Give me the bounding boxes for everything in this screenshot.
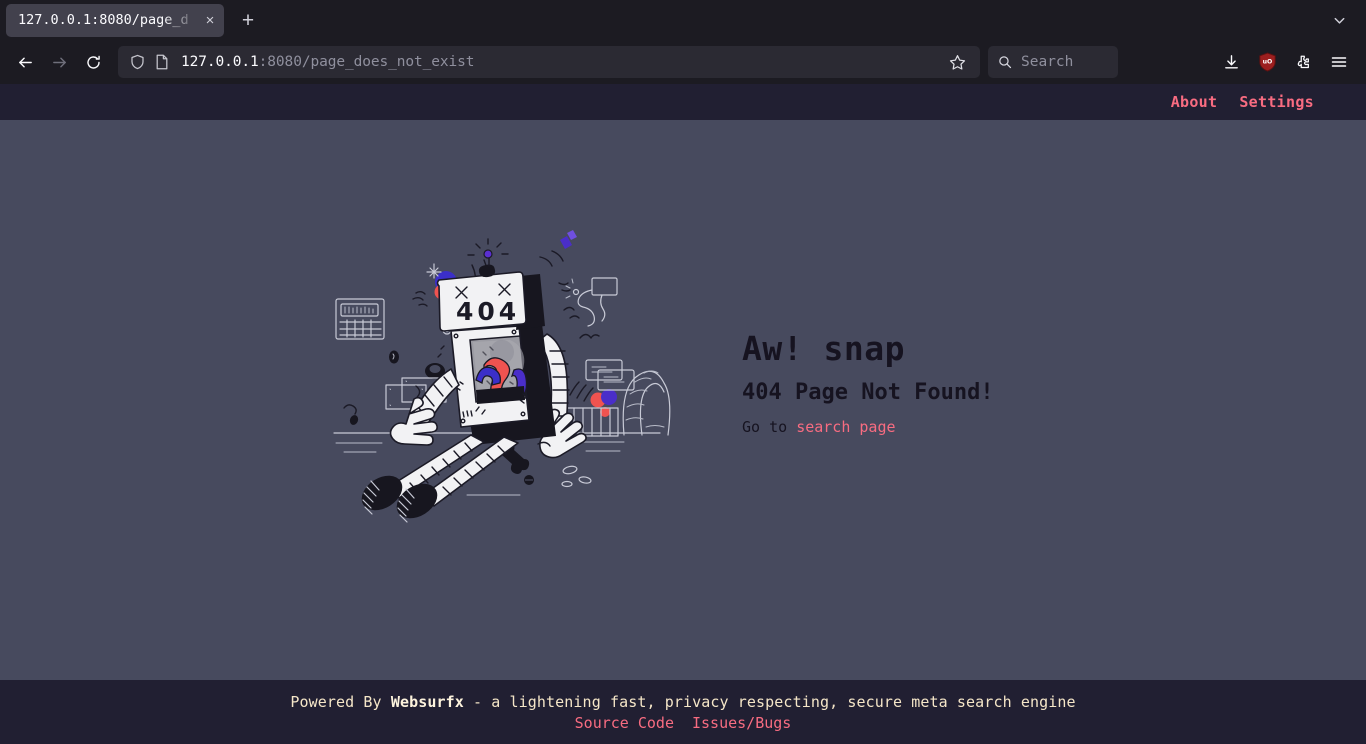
error-subheading: 404 Page Not Found!: [742, 379, 994, 405]
error-heading: Aw! snap: [742, 328, 905, 368]
footer-tagline: Powered By Websurfx - a lightening fast,…: [290, 693, 1075, 711]
search-placeholder: Search: [1021, 54, 1074, 70]
browser-chrome: 127.0.0.1:8080/page_d × + 127.0.0.1:8080…: [0, 0, 1366, 84]
browser-search-box[interactable]: Search: [988, 46, 1118, 78]
new-tab-icon[interactable]: +: [232, 4, 264, 36]
illustration-404-text: 404: [456, 297, 520, 326]
tab-strip: 127.0.0.1:8080/page_d × +: [0, 0, 1366, 40]
navigation-toolbar: 127.0.0.1:8080/page_does_not_exist Searc…: [0, 40, 1366, 84]
footer-link-source-code[interactable]: Source Code: [575, 714, 674, 732]
site-header: About Settings: [0, 84, 1366, 120]
footer-links: Source Code Issues/Bugs: [575, 714, 792, 732]
footer-brand: Websurfx: [390, 692, 464, 711]
reload-icon[interactable]: [76, 46, 110, 78]
back-icon[interactable]: [8, 46, 42, 78]
page-viewport: About Settings .ln{stroke:#c8cad6;stroke…: [0, 84, 1366, 744]
app-menu-icon[interactable]: [1322, 46, 1356, 78]
footer-tagline-prefix: Powered By: [290, 692, 391, 711]
extensions-puzzle-icon[interactable]: [1286, 46, 1320, 78]
toolbar-right-icons: uO: [1214, 46, 1356, 78]
search-icon: [998, 55, 1012, 69]
url-path: :8080/page_does_not_exist: [258, 54, 475, 70]
page-document-icon: [155, 54, 169, 70]
shield-icon[interactable]: [130, 54, 145, 70]
browser-tab[interactable]: 127.0.0.1:8080/page_d ×: [6, 3, 224, 37]
ublock-origin-icon[interactable]: uO: [1250, 46, 1284, 78]
search-page-link[interactable]: search page: [796, 418, 895, 436]
bookmark-star-icon[interactable]: [942, 47, 972, 77]
url-host: 127.0.0.1: [181, 54, 259, 70]
downloads-icon[interactable]: [1214, 46, 1248, 78]
footer-tagline-suffix: - a lightening fast, privacy respecting,…: [463, 692, 1076, 711]
nav-link-settings[interactable]: Settings: [1239, 93, 1314, 111]
broken-robot-404-illustration: .ln{stroke:#c8cad6;stroke-width:1.2;fill…: [324, 229, 684, 535]
go-to-search-line: Go to search page: [742, 418, 1042, 436]
go-to-prefix: Go to: [742, 417, 797, 436]
url-bar[interactable]: 127.0.0.1:8080/page_does_not_exist: [118, 46, 980, 78]
url-text: 127.0.0.1:8080/page_does_not_exist: [181, 54, 942, 70]
chevron-down-icon[interactable]: [1324, 6, 1354, 34]
footer-link-issues-bugs[interactable]: Issues/Bugs: [692, 714, 791, 732]
svg-text:uO: uO: [1262, 59, 1272, 66]
error-text-block: Aw! snap 404 Page Not Found! Go to searc…: [742, 329, 1042, 436]
close-icon[interactable]: ×: [200, 10, 220, 30]
site-footer: Powered By Websurfx - a lightening fast,…: [0, 680, 1366, 744]
tab-title: 127.0.0.1:8080/page_d: [18, 12, 189, 28]
forward-icon[interactable]: [42, 46, 76, 78]
nav-link-about[interactable]: About: [1171, 93, 1218, 111]
error-main: .ln{stroke:#c8cad6;stroke-width:1.2;fill…: [0, 120, 1366, 680]
